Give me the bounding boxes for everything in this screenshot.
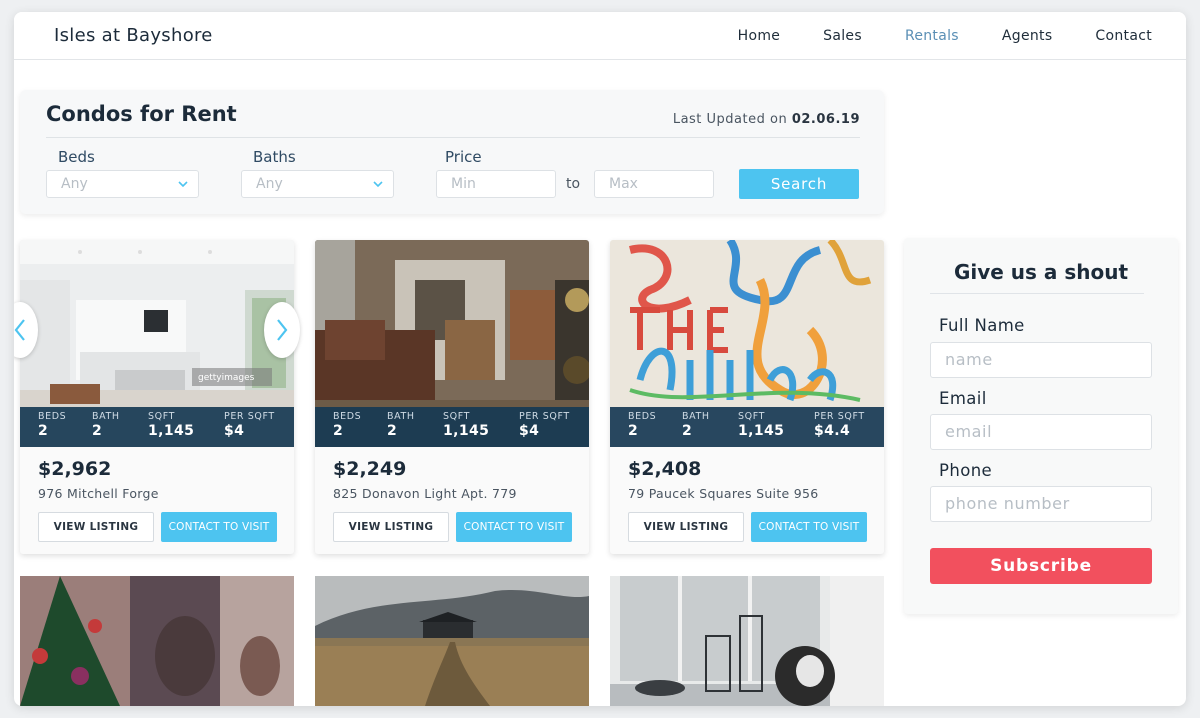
stat-per-sqft: PER SQFT $4	[224, 411, 275, 439]
nav-rentals[interactable]: Rentals	[905, 28, 959, 44]
last-updated: Last Updated on 02.06.19	[673, 112, 860, 127]
phone-placeholder: phone number	[945, 494, 1070, 513]
page-title: Condos for Rent	[46, 102, 237, 126]
stat-beds: BEDS 2	[333, 411, 362, 439]
beds-select[interactable]: Any	[46, 170, 199, 198]
listing-card: BEDS 2 BATH 2 SQFT 1,145 PER SQFT $4 $2,249 …	[315, 240, 589, 554]
full-name-placeholder: name	[945, 350, 993, 369]
listing-photo[interactable]: BEDS 2 BATH 2 SQFT 1,145 PER SQFT $4	[315, 240, 589, 447]
listing-price: $2,962	[38, 458, 112, 480]
search-button[interactable]: Search	[739, 169, 859, 199]
contact-to-visit-button[interactable]: CONTACT TO VISIT	[456, 512, 572, 542]
chevron-down-icon	[373, 181, 383, 188]
listing-card: gettyimages BEDS 2 BATH 2 SQFT 1,145 PER SQ…	[20, 240, 294, 554]
stat-sqft: SQFT 1,145	[738, 411, 785, 439]
price-label: Price	[445, 148, 482, 166]
carousel-prev-button[interactable]	[14, 302, 38, 358]
listing-stats-bar: BEDS 2 BATH 2 SQFT 1,145 PER SQFT $4.4	[610, 407, 884, 447]
listing-price: $2,408	[628, 458, 702, 480]
price-to-label: to	[566, 176, 581, 192]
stat-bath: BATH 2	[682, 411, 710, 439]
holiday-tree-photo	[20, 576, 294, 706]
listing-photo[interactable]: BEDS 2 BATH 2 SQFT 1,145 PER SQFT $4.4	[610, 240, 884, 447]
full-name-input[interactable]: name	[930, 342, 1152, 378]
subscribe-button[interactable]: Subscribe	[930, 548, 1152, 584]
price-max-placeholder: Max	[609, 176, 638, 192]
listing-price: $2,249	[333, 458, 407, 480]
stat-sqft: SQFT 1,145	[443, 411, 490, 439]
contact-to-visit-button[interactable]: CONTACT TO VISIT	[751, 512, 867, 542]
listing-photo[interactable]	[315, 576, 589, 706]
last-updated-date: 02.06.19	[791, 112, 860, 127]
stat-beds: BEDS 2	[38, 411, 67, 439]
main-nav: Home Sales Rentals Agents Contact	[695, 12, 1152, 60]
full-name-label: Full Name	[939, 316, 1025, 335]
window-dog-photo	[610, 576, 884, 706]
stat-sqft: SQFT 1,145	[148, 411, 195, 439]
chevron-down-icon	[178, 181, 188, 188]
chevron-left-icon	[14, 319, 25, 341]
nav-home[interactable]: Home	[738, 28, 781, 44]
listing-stats-bar: BEDS 2 BATH 2 SQFT 1,145 PER SQFT $4	[315, 407, 589, 447]
listing-address: 976 Mitchell Forge	[38, 486, 159, 501]
browser-window: Isles at Bayshore Home Sales Rentals Age…	[14, 12, 1186, 706]
baths-select-value: Any	[256, 176, 283, 192]
view-listing-button[interactable]: VIEW LISTING	[628, 512, 744, 542]
beds-select-value: Any	[61, 176, 88, 192]
email-label: Email	[939, 389, 987, 408]
listing-photo[interactable]	[610, 576, 884, 706]
phone-input[interactable]: phone number	[930, 486, 1152, 522]
last-updated-label: Last Updated on	[672, 112, 788, 127]
view-listing-button[interactable]: VIEW LISTING	[333, 512, 449, 542]
listing-stats-bar: BEDS 2 BATH 2 SQFT 1,145 PER SQFT $4	[20, 407, 294, 447]
contact-form-title: Give us a shout	[953, 260, 1129, 284]
top-navigation-bar: Isles at Bayshore Home Sales Rentals Age…	[14, 12, 1186, 60]
nav-contact[interactable]: Contact	[1095, 28, 1152, 44]
stat-beds: BEDS 2	[628, 411, 657, 439]
stat-bath: BATH 2	[387, 411, 415, 439]
price-max-input[interactable]: Max	[594, 170, 714, 198]
stat-per-sqft: PER SQFT $4	[519, 411, 570, 439]
baths-select[interactable]: Any	[241, 170, 394, 198]
stat-per-sqft: PER SQFT $4.4	[814, 411, 865, 439]
price-min-input[interactable]: Min	[436, 170, 556, 198]
countryside-house-photo	[315, 576, 589, 706]
contact-form: Give us a shout Full Name name Email ema…	[904, 238, 1178, 614]
phone-label: Phone	[939, 461, 993, 480]
nav-sales[interactable]: Sales	[823, 28, 862, 44]
listing-photo[interactable]: gettyimages BEDS 2 BATH 2 SQFT 1,145 PER SQ…	[20, 240, 294, 447]
email-input[interactable]: email	[930, 414, 1152, 450]
nav-agents[interactable]: Agents	[1002, 28, 1053, 44]
panel-divider	[46, 137, 860, 138]
view-listing-button[interactable]: VIEW LISTING	[38, 512, 154, 542]
chevron-right-icon	[277, 319, 288, 341]
listing-address: 825 Donavon Light Apt. 779	[333, 486, 517, 501]
getty-watermark: gettyimages	[198, 373, 255, 383]
price-min-placeholder: Min	[451, 176, 476, 192]
stat-bath: BATH 2	[92, 411, 120, 439]
baths-label: Baths	[253, 148, 296, 166]
contact-form-divider	[930, 293, 1144, 294]
email-placeholder: email	[945, 422, 993, 441]
carousel-next-button[interactable]	[264, 302, 300, 358]
site-brand[interactable]: Isles at Bayshore	[54, 25, 213, 46]
beds-label: Beds	[58, 148, 95, 166]
listing-address: 79 Paucek Squares Suite 956	[628, 486, 819, 501]
listing-card: BEDS 2 BATH 2 SQFT 1,145 PER SQFT $4.4 $2,40…	[610, 240, 884, 554]
contact-to-visit-button[interactable]: CONTACT TO VISIT	[161, 512, 277, 542]
listing-photo[interactable]	[20, 576, 294, 706]
search-panel: Condos for Rent Last Updated on 02.06.19…	[20, 90, 884, 214]
